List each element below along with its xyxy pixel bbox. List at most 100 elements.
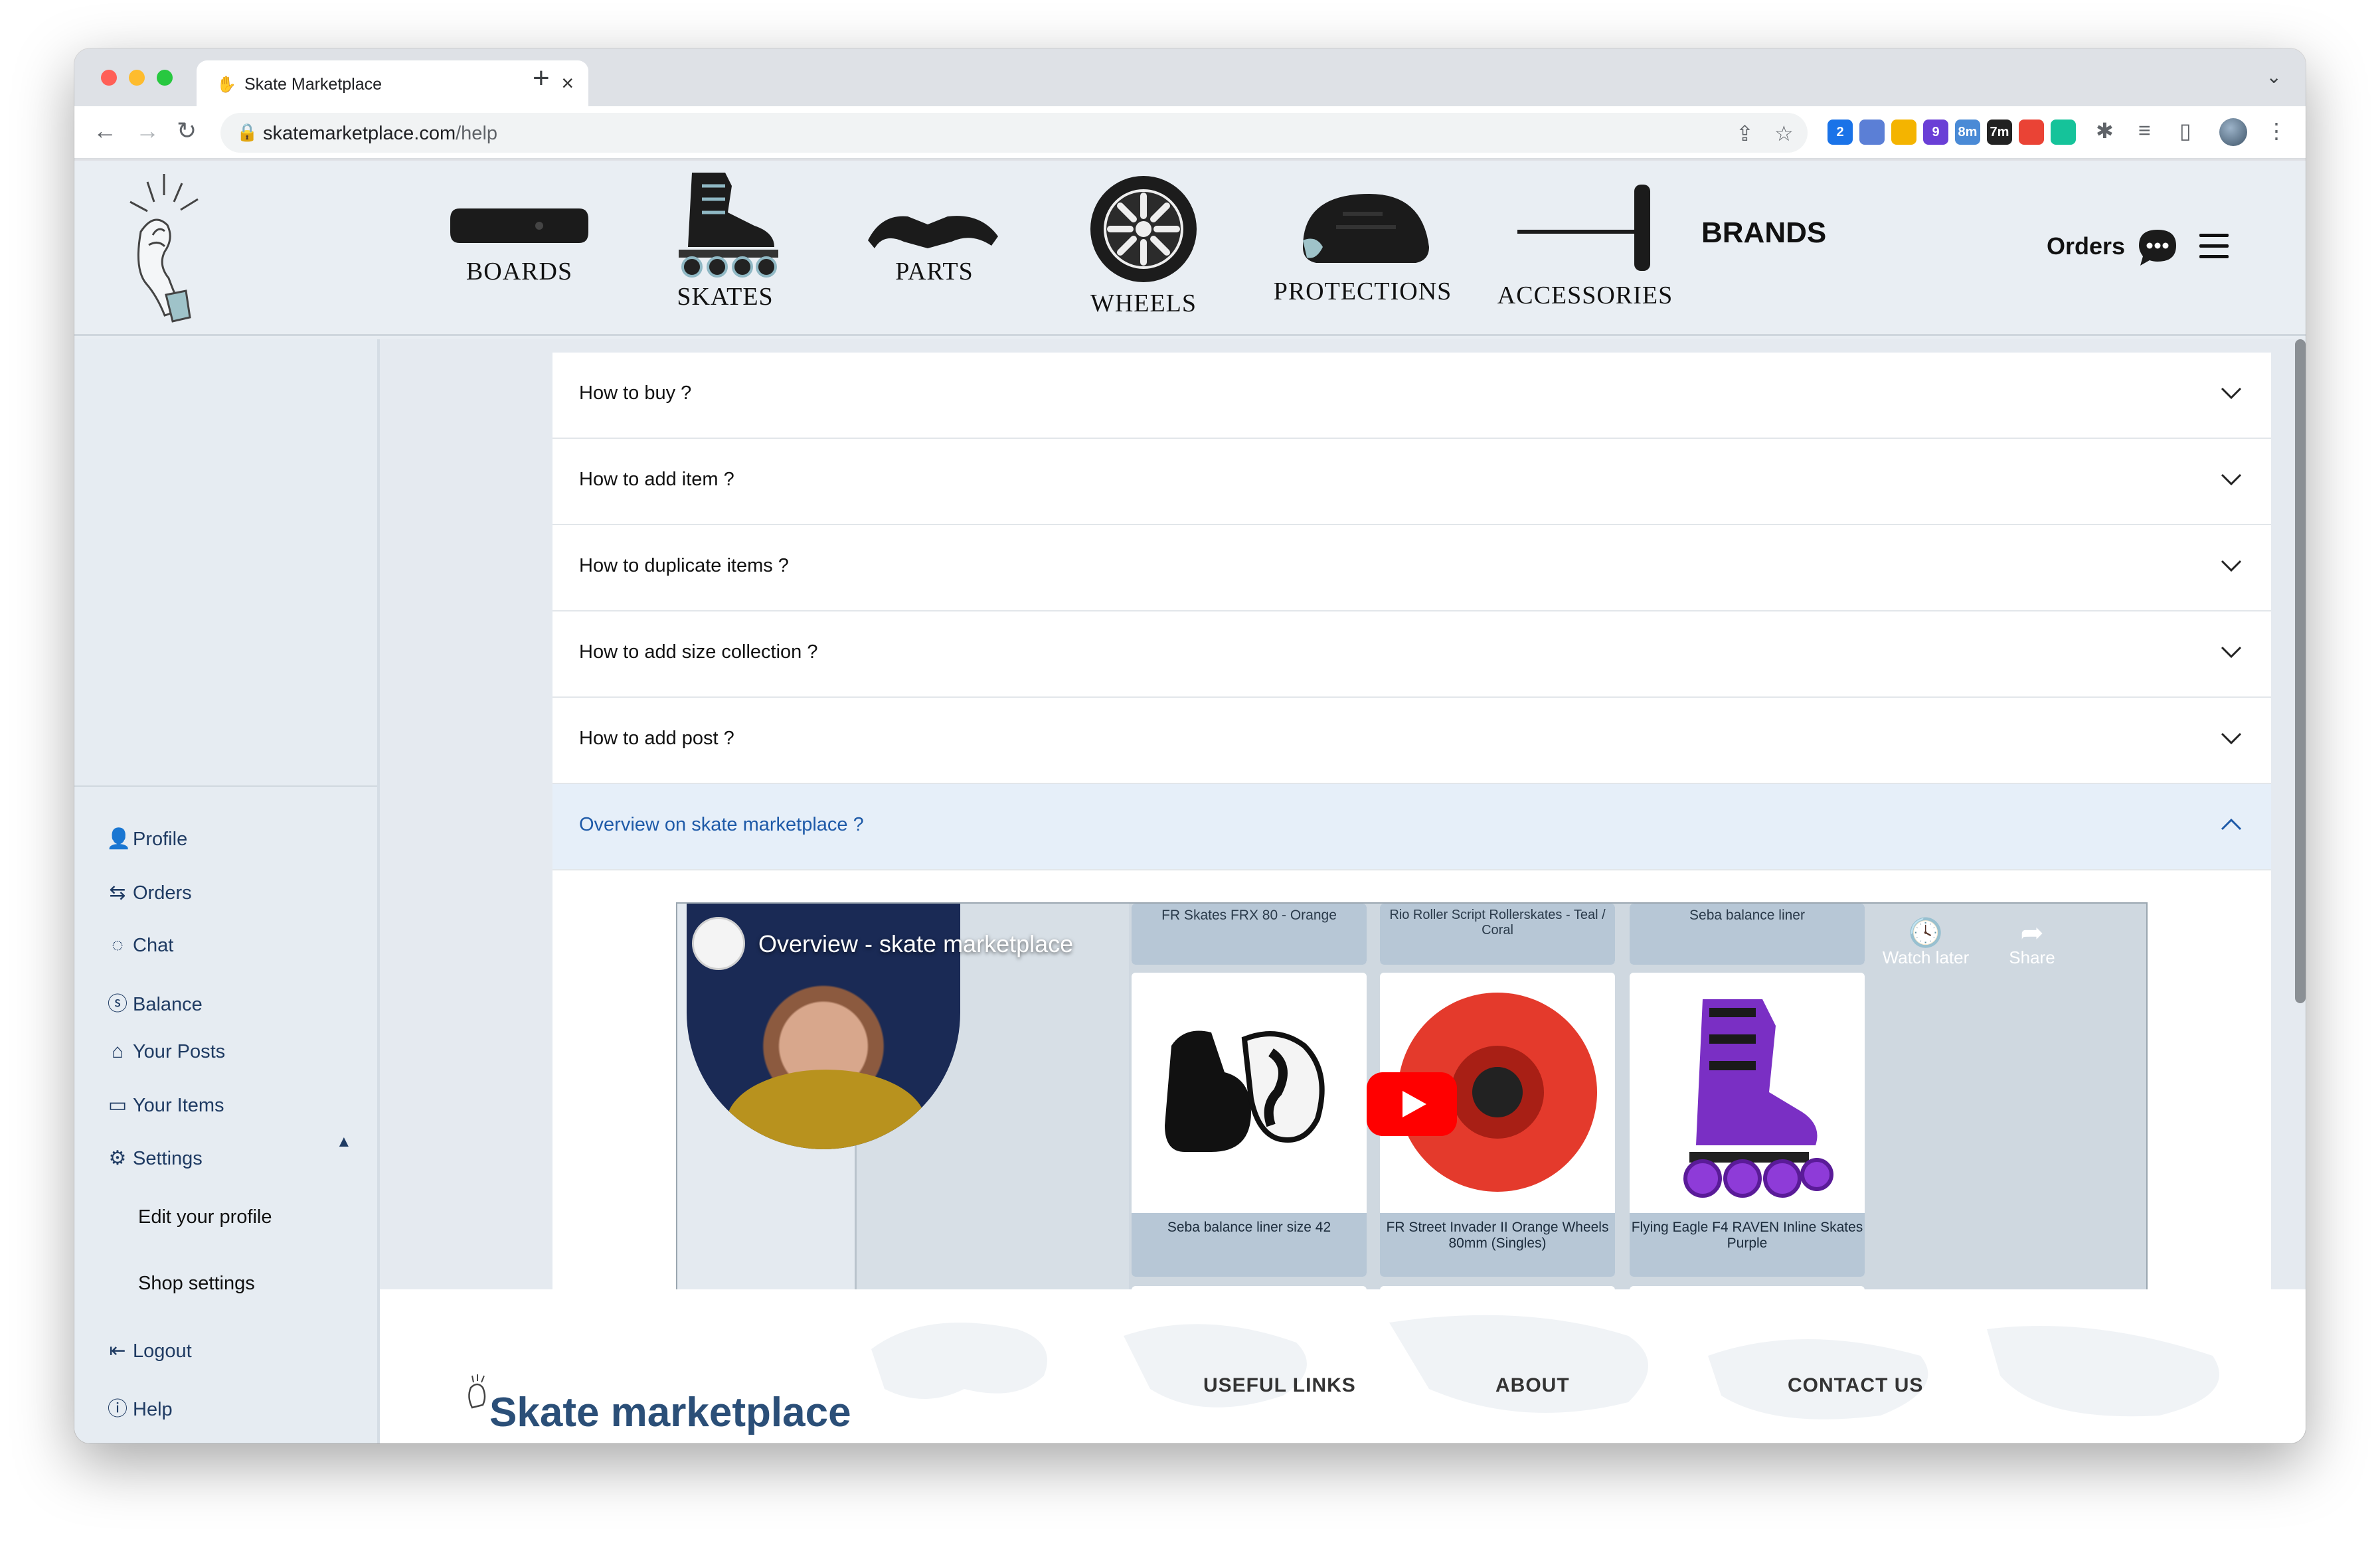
extensions-puzzle-icon[interactable]: ✱ bbox=[2096, 118, 2114, 143]
product-card: Flying Eagle F4 RAVEN Inline Skates Purp… bbox=[1630, 973, 1865, 1277]
sidebar-item-profile[interactable]: 👤Profile bbox=[106, 827, 187, 851]
share-button[interactable]: ➦ Share bbox=[1992, 918, 2072, 968]
tasks-icon[interactable]: 8m bbox=[1955, 120, 1980, 145]
title-bar: ✋ Skate Marketplace × + ⌄ bbox=[74, 48, 2306, 106]
brands-link[interactable]: BRANDS bbox=[1701, 216, 1826, 250]
sidebar-item-logout[interactable]: ⇤ Logout bbox=[106, 1339, 191, 1362]
faq-item[interactable]: How to add post ? bbox=[552, 698, 2271, 784]
product-card: Seba balance liner size 42 bbox=[1132, 973, 1367, 1277]
web-page: BOARDS SKATES PARTS WHEELS PROTECTIONS A… bbox=[74, 161, 2306, 1443]
browser-menu-icon[interactable]: ⋮ bbox=[2266, 118, 2287, 143]
category-accessories[interactable]: ACCESSORIES bbox=[1489, 178, 1681, 310]
site-footer: Skate marketplace USEFUL LINKS ABOUT CON… bbox=[380, 1289, 2306, 1443]
help-icon: ⓘ bbox=[108, 1398, 128, 1420]
category-skates[interactable]: SKATES bbox=[659, 166, 792, 311]
footer-brand: Skate marketplace bbox=[489, 1390, 851, 1435]
faq-accordion: How to buy ? How to add item ? How to du… bbox=[552, 353, 2271, 1334]
sidebar-subitem-edit-profile[interactable]: Edit your profile bbox=[138, 1206, 272, 1228]
sidebar-item-help[interactable]: ⓘ Help bbox=[106, 1392, 173, 1421]
analytics-icon[interactable] bbox=[1891, 120, 1916, 145]
reading-list-icon[interactable]: ≡ bbox=[2138, 118, 2151, 143]
sidebar-item-chat[interactable]: ◌ Chat bbox=[106, 934, 173, 957]
browser-toolbar: ← → ↻ 🔒 skatemarketplace.com/help ⇪ ☆ 2 9… bbox=[74, 106, 2306, 159]
footer-about: ABOUT bbox=[1495, 1374, 1570, 1396]
header-orders-link[interactable]: Orders bbox=[2047, 232, 2125, 260]
share-icon[interactable]: ⇪ bbox=[1736, 121, 1754, 146]
product-image-liner bbox=[1165, 1030, 1325, 1152]
translate[interactable]: 2 bbox=[1828, 120, 1853, 145]
profile-avatar[interactable] bbox=[2219, 118, 2247, 146]
faq-item[interactable]: How to duplicate items ? bbox=[552, 525, 2271, 611]
close-tab-icon[interactable]: × bbox=[561, 71, 574, 96]
sidebar-divider bbox=[74, 785, 377, 787]
hamburger-menu-icon[interactable] bbox=[2199, 234, 2229, 259]
docs-icon[interactable] bbox=[1859, 120, 1885, 145]
parts-icon bbox=[868, 216, 998, 248]
video-player[interactable]: FR Skates FRX 80 - Orange Rio Roller Scr… bbox=[676, 902, 2148, 1302]
clock-icon: 🕓 bbox=[1908, 917, 1944, 948]
chevron-down-icon bbox=[2221, 387, 2242, 400]
share-arrow-icon: ➦ bbox=[2020, 917, 2044, 948]
category-boards[interactable]: BOARDS bbox=[433, 201, 606, 286]
product-card: Seba balance liner bbox=[1630, 904, 1865, 965]
shirt-shape bbox=[726, 1070, 926, 1149]
new-tab-button[interactable]: + bbox=[533, 62, 550, 95]
bookmark-star-icon[interactable]: ☆ bbox=[1774, 121, 1794, 146]
tool-icon bbox=[1517, 185, 1650, 271]
chat-icon: ◌ bbox=[112, 934, 124, 956]
product-image-skate bbox=[1683, 999, 1833, 1198]
sidebar-subitem-shop-settings[interactable]: Shop settings bbox=[138, 1273, 255, 1295]
gmail-icon[interactable] bbox=[2019, 120, 2044, 145]
sidebar-item-your-items[interactable]: ▭ Your Items bbox=[106, 1094, 224, 1117]
favicon-icon: ✋ bbox=[216, 76, 236, 94]
category-parts[interactable]: PARTS bbox=[858, 207, 1011, 286]
category-wheels[interactable]: WHEELS bbox=[1077, 173, 1210, 318]
faq-item[interactable]: How to buy ? bbox=[552, 353, 2271, 439]
watch-later-button[interactable]: 🕓 Watch later bbox=[1873, 918, 1979, 968]
page-scrollbar[interactable] bbox=[2295, 339, 2306, 1003]
side-panel-icon[interactable]: ▯ bbox=[2179, 118, 2191, 143]
collapse-settings-icon[interactable]: ▲ bbox=[336, 1133, 352, 1151]
chevron-down-icon bbox=[2221, 732, 2242, 745]
dollar-icon: ⓢ bbox=[108, 993, 128, 1015]
skate-icon bbox=[679, 173, 778, 278]
play-button[interactable] bbox=[1367, 1072, 1457, 1136]
store-icon: ⌂ bbox=[111, 1040, 124, 1062]
browser-tab[interactable]: ✋ Skate Marketplace × bbox=[197, 60, 588, 106]
forward-icon[interactable]: → bbox=[135, 117, 159, 145]
product-card: FR Skates FRX 80 - Orange bbox=[1132, 904, 1367, 965]
world-map-background bbox=[871, 1315, 2219, 1420]
sidebar-item-settings[interactable]: ⚙ Settings bbox=[106, 1147, 203, 1170]
address-bar[interactable]: 🔒 skatemarketplace.com/help ⇪ ☆ bbox=[220, 113, 1808, 153]
faq-item[interactable]: How to add item ? bbox=[552, 439, 2271, 525]
tab-title: Skate Marketplace bbox=[244, 75, 382, 94]
site-logo[interactable] bbox=[114, 169, 214, 328]
close-window-button[interactable] bbox=[101, 70, 117, 86]
faq-item-expanded[interactable]: Overview on skate marketplace ? bbox=[552, 784, 2271, 870]
logout-icon: ⇤ bbox=[109, 1340, 126, 1362]
maximize-window-button[interactable] bbox=[157, 70, 173, 86]
faq-answer: FR Skates FRX 80 - Orange Rio Roller Scr… bbox=[552, 870, 2271, 1334]
category-protections[interactable]: PROTECTIONS bbox=[1263, 187, 1462, 306]
browser-window: ✋ Skate Marketplace × + ⌄ ← → ↻ 🔒 skatem… bbox=[74, 48, 2306, 1443]
tab-search-icon[interactable]: ⌄ bbox=[2266, 66, 2282, 88]
site-header: BOARDS SKATES PARTS WHEELS PROTECTIONS A… bbox=[74, 161, 2306, 336]
reload-icon[interactable]: ↻ bbox=[177, 117, 197, 145]
minimize-window-button[interactable] bbox=[129, 70, 145, 86]
faq-item[interactable]: How to add size collection ? bbox=[552, 611, 2271, 698]
channel-avatar[interactable] bbox=[692, 917, 745, 970]
account-sidebar: 👤Profile ⇆ Orders ◌ Chat ⓢ Balance ⌂ Your Po… bbox=[74, 339, 380, 1443]
video-title[interactable]: Overview - skate marketplace bbox=[758, 930, 1073, 958]
box-icon: ▭ bbox=[108, 1094, 128, 1116]
sidebar-item-your-posts[interactable]: ⌂ Your Posts bbox=[106, 1040, 225, 1063]
lock-icon: 🔒 bbox=[236, 122, 258, 142]
sidebar-item-orders[interactable]: ⇆ Orders bbox=[106, 881, 191, 904]
cube-icon[interactable]: 9 bbox=[1923, 120, 1948, 145]
back-icon[interactable]: ← bbox=[93, 117, 117, 145]
timer-icon[interactable]: 7m bbox=[1987, 120, 2012, 145]
sidebar-item-balance[interactable]: ⓢ Balance bbox=[106, 987, 203, 1016]
chat-bubble-icon[interactable] bbox=[2137, 227, 2178, 266]
wheel-icon bbox=[1090, 176, 1197, 282]
url-text: skatemarketplace.com/help bbox=[263, 123, 498, 144]
grammarly-icon[interactable] bbox=[2051, 120, 2076, 145]
